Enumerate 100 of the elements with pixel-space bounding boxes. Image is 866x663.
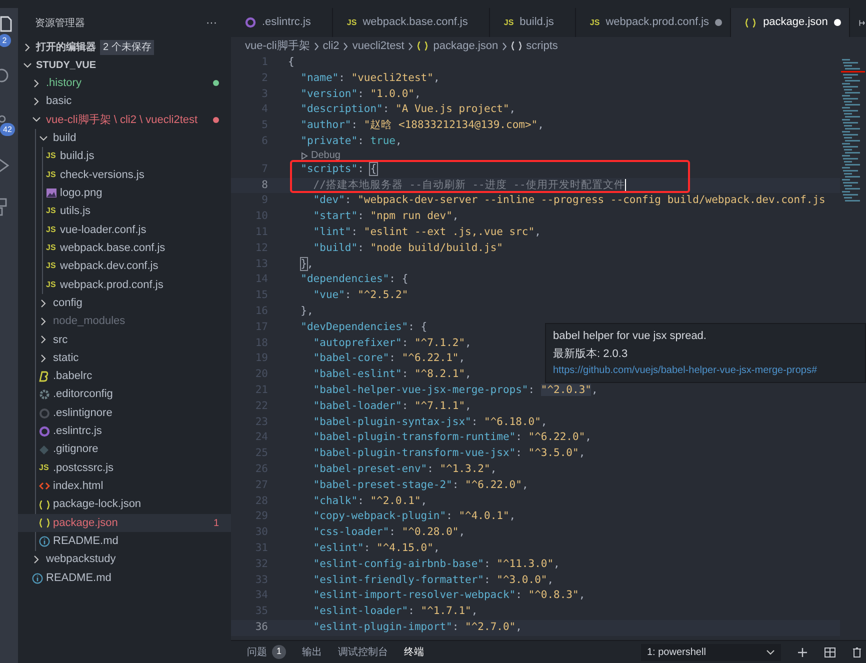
js-file-icon: JS [39, 464, 49, 472]
chevron-down-icon [766, 648, 775, 656]
file-item[interactable]: index.html [18, 477, 231, 496]
breadcrumb-item[interactable]: vue-cli脚手架 [245, 38, 310, 54]
item-label: config [53, 296, 82, 311]
editor-tab[interactable]: package.json [731, 8, 850, 37]
file-item[interactable]: .babelrc [18, 367, 231, 386]
js-file-icon: JS [504, 18, 514, 26]
folder-item[interactable]: src [18, 330, 231, 349]
panel-tab[interactable]: 终端 [404, 641, 424, 663]
sidebar-title: 资源管理器 [35, 16, 85, 30]
editor-tab[interactable]: JS webpack.base.conf.js [332, 8, 490, 37]
split-icon[interactable] [824, 646, 836, 658]
file-item[interactable]: .gitignore [18, 440, 231, 459]
code-line: "eslint": "^4.15.0", [312, 540, 440, 556]
braces-icon [511, 41, 522, 51]
file-item[interactable]: package-lock.json [18, 496, 231, 514]
js-file-icon: JS [46, 226, 56, 234]
code-line: "devDependencies": { [300, 320, 428, 335]
item-label: .postcssrc.js [53, 460, 114, 476]
file-item[interactable]: README.md [18, 532, 231, 551]
terminal-select[interactable]: 1: powershell [641, 644, 781, 660]
code-line: "babel-loader": "^7.1.1", [312, 398, 472, 414]
file-item[interactable]: package.json 1 [18, 514, 231, 532]
item-label: logo.png [60, 186, 102, 201]
js-file-icon: JS [46, 207, 56, 216]
open-editors-header[interactable]: 打开的编辑器 2 个未保存 [18, 38, 231, 56]
item-label: webpack.prod.conf.js [60, 278, 164, 293]
code-line: "babel-preset-env": "^1.3.2", [312, 462, 497, 477]
file-item[interactable]: .eslintignore [18, 404, 231, 422]
file-item[interactable]: JS .postcssrc.js [18, 458, 231, 478]
code-line: "babel-core": "^6.22.1", [312, 351, 466, 366]
code-line: "babel-plugin-transform-vue-jsx": "^3.5.0", [312, 446, 586, 462]
chevron-right-icon [32, 555, 41, 564]
file-item[interactable]: JS webpack.prod.conf.js [18, 276, 231, 294]
braces-icon [745, 18, 758, 28]
trash-icon[interactable] [852, 646, 862, 658]
play-icon[interactable] [0, 158, 10, 173]
folder-item[interactable]: build [18, 128, 231, 148]
item-label: README.md [46, 570, 112, 586]
code-line: "babel-preset-stage-2": "^6.22.0", [312, 478, 528, 493]
file-item[interactable]: JS utils.js [18, 202, 231, 221]
panel-tab[interactable]: 问题 1 [247, 641, 286, 663]
file-item[interactable]: JS webpack.base.conf.js [18, 238, 231, 258]
file-item[interactable]: .eslintrc.js [18, 422, 231, 441]
code-line: "lint": "eslint --ext .js,.vue src", [312, 224, 541, 240]
file-item[interactable]: logo.png [18, 184, 231, 202]
js-file-icon: JS [46, 244, 56, 252]
package-link[interactable]: https://github.com/vuejs/babel-helper-vue-jsx-merge-props# [553, 363, 858, 378]
folder-item[interactable]: basic [18, 92, 231, 111]
plus-icon[interactable] [797, 646, 808, 658]
code-brackets-icon [39, 481, 50, 492]
more-actions-button[interactable]: ··· [206, 18, 217, 28]
breadcrumb-item[interactable]: package.json [417, 38, 498, 54]
breadcrumb-item[interactable]: scripts [511, 38, 558, 54]
code-line: "chalk": "^2.0.1", [312, 494, 428, 509]
editor-tab[interactable]: JS build.js [490, 8, 576, 37]
file-item[interactable]: JS webpack.dev.conf.js [18, 257, 231, 276]
gear-icon [39, 389, 50, 400]
folder-item[interactable]: static [18, 348, 231, 368]
chevron-right-icon [312, 42, 320, 50]
file-item[interactable]: .editorconfig [18, 386, 231, 404]
chevron-right-icon [407, 42, 414, 50]
file-item[interactable]: JS build.js [18, 147, 231, 166]
code-line: "start": "npm run dev", [312, 209, 459, 224]
braces-icon [39, 518, 51, 528]
folder-item[interactable]: vue-cli脚手架 \ cli2 \ vuecli2test [18, 110, 231, 129]
code-line: { [288, 55, 294, 70]
files-icon[interactable] [0, 16, 12, 32]
editor-tab[interactable]: .eslintrc.js [231, 8, 333, 37]
item-label: static [53, 350, 79, 366]
folder-item[interactable]: config [18, 294, 231, 312]
diamond-icon [39, 444, 49, 455]
code-line: "eslint-loader": "^1.7.1", [312, 604, 478, 620]
breadcrumb-item[interactable]: cli2 [322, 38, 340, 54]
folder-item[interactable]: .history [18, 74, 231, 92]
info-icon [39, 536, 50, 547]
line-number: 36 [254, 620, 268, 635]
folder-item[interactable]: webpackstudy [18, 550, 231, 569]
code-line: //搭建本地服务器 --自动刷新 --进度 --使用开发时配置文件 [312, 178, 626, 193]
file-item[interactable]: JS check-versions.js [18, 166, 231, 184]
item-label: vue-loader.conf.js [60, 222, 146, 238]
item-label: .eslintrc.js [53, 424, 102, 440]
file-item[interactable]: JS vue-loader.conf.js [18, 220, 231, 239]
breadcrumb-item[interactable]: vuecli2test [352, 38, 404, 54]
item-label: package.json [53, 516, 118, 531]
item-label: .editorconfig [53, 387, 113, 402]
image-file-icon [46, 188, 57, 198]
code-line: "css-loader": "^0.28.0", [312, 525, 466, 540]
debug-codelens[interactable]: Debug [311, 148, 340, 164]
problem-count: 1 [213, 516, 219, 531]
file-item[interactable]: README.md [18, 568, 231, 588]
section-title: 打开的编辑器 [36, 40, 96, 54]
code-line: "copy-webpack-plugin": "^4.0.1", [312, 509, 516, 524]
code-line: "version": "1.0.0", [300, 86, 421, 102]
panel-tab[interactable]: 调试控制台 [338, 641, 388, 663]
panel-tab[interactable]: 输出 [302, 641, 322, 663]
workspace-header[interactable]: STUDY_VUE [18, 56, 231, 74]
line-number: 8 [260, 178, 268, 193]
b-letter-icon [39, 370, 49, 382]
